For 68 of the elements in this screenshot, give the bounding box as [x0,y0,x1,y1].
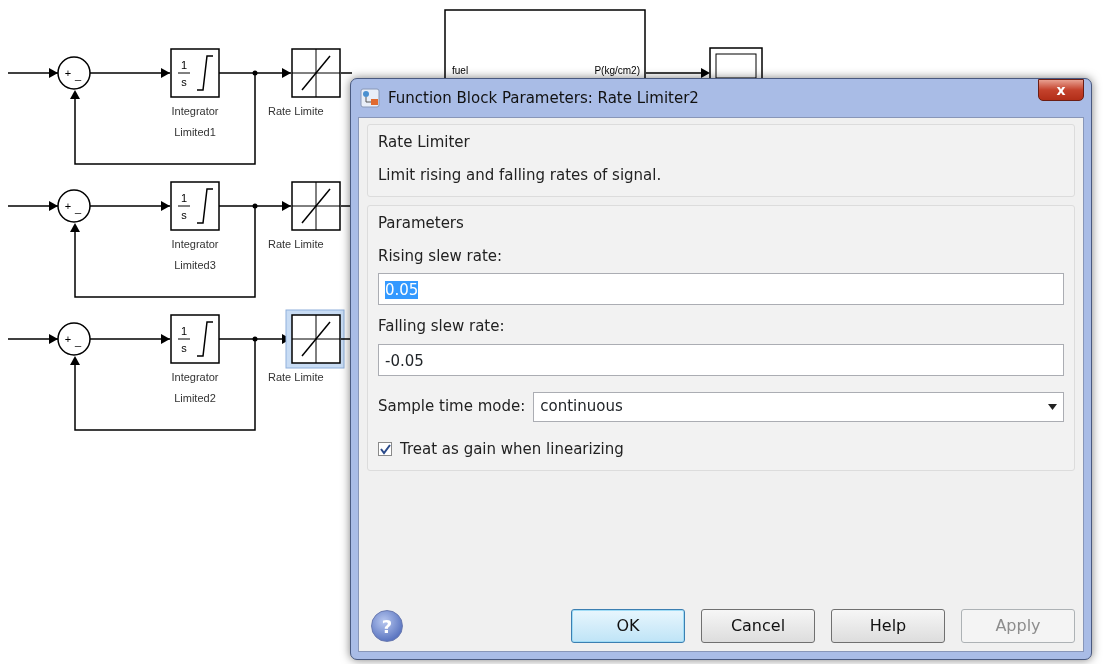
block-label: Rate Limite [268,238,324,250]
signal-arrow [7,334,59,344]
block-label: Limited3 [174,259,216,271]
signal-line [218,72,256,74]
signal-arrow [254,201,292,211]
block-label: Rate Limite [268,371,324,383]
plus-sign: + [64,200,72,212]
integrator-block [170,48,220,98]
dialog-button[interactable]: OK [571,609,685,643]
group-title: Rate Limiter [378,132,471,153]
signal-line [340,338,353,340]
minus-sign: _ [74,335,82,347]
signal-arrow [254,68,292,78]
block-label: Rate Limite [268,105,324,117]
sum-block [57,56,91,90]
port-label: P(kg/cm2) [594,65,640,76]
signal-line [218,338,256,340]
signal-arrow [7,201,59,211]
rate-limiter-block[interactable] [291,181,341,231]
plus-sign: + [64,333,72,345]
denominator: s [181,76,187,88]
block-label: Integrator [171,105,219,117]
arrow-head-icon [701,68,710,78]
field-label: Sample time mode: [378,396,526,418]
close-button[interactable]: x [1038,79,1084,101]
input-field[interactable]: -0.05 [378,343,1064,376]
block-label: Limited2 [174,392,216,404]
checkbox-label: Treat as gain when linearizing [400,438,624,460]
rate-limiter-block[interactable] [291,48,341,98]
dropdown-field[interactable]: continuous [533,391,1064,422]
denominator: s [181,342,187,354]
numerator: 1 [180,59,188,71]
branch-point [252,336,258,342]
signal-line [340,72,353,74]
block-parameters-icon [360,88,380,108]
caret-icon [1048,403,1057,410]
signal-line [218,205,256,207]
scope-block [709,47,763,81]
signal-arrow [7,68,59,78]
port-label: fuel [452,65,469,76]
field-label: Rising slew rate: [378,245,504,267]
sum-block [57,189,91,223]
dialog-button[interactable]: Help [831,609,945,643]
field-label: Falling slew rate: [378,316,506,337]
description-text: Limit rising and falling rates of signal. [378,164,663,186]
numerator: 1 [180,192,188,204]
minus-sign: _ [74,69,82,81]
integrator-block [170,314,220,364]
branch-point [252,70,258,76]
group-title: Parameters [378,213,465,234]
denominator: s [181,209,187,221]
numerator: 1 [180,325,188,337]
block-label: Integrator [171,371,219,383]
window-title: Function Block Parameters: Rate Limiter2 [388,87,699,109]
integrator-block [170,181,220,231]
field-value: 0.05 [385,281,419,299]
signal-line [340,205,353,207]
block-label: Limited1 [174,126,216,138]
checkbox[interactable] [378,441,392,456]
plus-sign: + [64,67,72,79]
rate-limiter-block[interactable] [285,309,345,369]
signal-line [645,72,702,74]
branch-point [252,203,258,209]
block-label: Integrator [171,238,219,250]
field-value: -0.05 [385,351,424,370]
minus-sign: _ [74,202,82,214]
dialog-button[interactable]: Cancel [701,609,815,643]
sum-block [57,322,91,356]
